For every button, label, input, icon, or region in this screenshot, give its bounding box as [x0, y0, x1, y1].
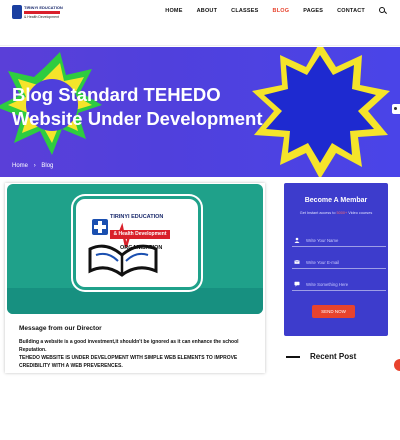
excerpt-line3: CREDIBILITY WITH A WEB PREVERENCES. — [19, 363, 123, 369]
user-icon — [294, 237, 300, 243]
page: TIRINYI EDUCATION & Health Development H… — [0, 0, 400, 440]
form-title: Become A Membar — [304, 197, 368, 204]
breadcrumb: Home › Blog — [12, 163, 57, 169]
email-field[interactable]: Write Your E-mail — [292, 257, 386, 269]
nav-blog[interactable]: BLOG — [273, 8, 290, 14]
scroll-to-top-button[interactable] — [394, 359, 400, 371]
search-icon[interactable] — [379, 7, 386, 14]
excerpt-line2: TEHEDO WEBSITE IS UNDER DEVELOPMENT WITH… — [19, 355, 238, 361]
subtitle-highlight: 5000+ — [336, 211, 348, 215]
logo-mark — [12, 5, 22, 19]
post-image[interactable]: TIRINYI EDUCATION & Health Development O… — [7, 184, 263, 314]
membership-form: Become A Membar Get Instant access to 50… — [284, 183, 388, 336]
form-subtitle: Get Instant access to 5000+ Video course… — [284, 211, 388, 215]
org-name-line2: & Health Development — [110, 230, 170, 239]
org-name-line1: TIRINYI EDUCATION — [110, 214, 164, 220]
name-placeholder: Write Your Name — [306, 238, 339, 243]
email-placeholder: Write Your E-mail — [306, 260, 340, 265]
post-excerpt: Building a website is a good investment,… — [19, 338, 259, 370]
logo-red-band — [24, 11, 60, 14]
page-title: Blog Standard TEHEDO Website Under Devel… — [12, 84, 263, 129]
breadcrumb-home[interactable]: Home — [12, 163, 28, 169]
nav-about[interactable]: ABOUT — [197, 8, 218, 14]
org-logo-panel: TIRINYI EDUCATION & Health Development O… — [73, 196, 201, 290]
chevron-right-icon: › — [33, 163, 36, 169]
name-field[interactable]: Write Your Name — [292, 235, 386, 247]
page-hero: Blog Standard TEHEDO Website Under Devel… — [0, 47, 400, 177]
recent-post-heading: Recent Post — [286, 352, 396, 363]
share-icon[interactable] — [392, 104, 400, 114]
main-nav: HOME ABOUT CLASSES BLOG PAGES CONTACT — [165, 7, 386, 14]
logo-line1: TIRINYI EDUCATION — [24, 5, 63, 10]
heading-accent-bar — [286, 356, 300, 358]
breadcrumb-current: Blog — [41, 163, 54, 169]
nav-classes[interactable]: CLASSES — [231, 8, 258, 14]
recent-post-title: Recent Post — [310, 352, 357, 361]
subtitle-suffix: Video courses — [347, 211, 373, 215]
send-button[interactable]: SEND NOW — [312, 305, 355, 318]
nav-pages[interactable]: PAGES — [303, 8, 323, 14]
logo-line2: & Health Development — [24, 15, 60, 19]
org-name-line3: ORGANISATION — [120, 245, 163, 251]
site-logo[interactable]: TIRINYI EDUCATION & Health Development — [12, 5, 63, 21]
message-icon — [294, 281, 300, 287]
message-field[interactable]: Write Something Here — [292, 279, 386, 291]
site-header: TIRINYI EDUCATION & Health Development H… — [0, 0, 400, 46]
blog-post-card: TIRINYI EDUCATION & Health Development O… — [5, 183, 265, 373]
right-star-shape — [252, 47, 390, 177]
excerpt-line1: Building a website is a good investment,… — [19, 339, 239, 353]
nav-contact[interactable]: CONTACT — [337, 8, 365, 14]
image-shadow — [7, 288, 263, 314]
subtitle-prefix: Get Instant access to — [299, 211, 337, 215]
email-icon — [294, 260, 300, 264]
message-placeholder: Write Something Here — [306, 282, 349, 287]
nav-home[interactable]: HOME — [165, 8, 182, 14]
post-title[interactable]: Message from our Director — [19, 325, 102, 332]
